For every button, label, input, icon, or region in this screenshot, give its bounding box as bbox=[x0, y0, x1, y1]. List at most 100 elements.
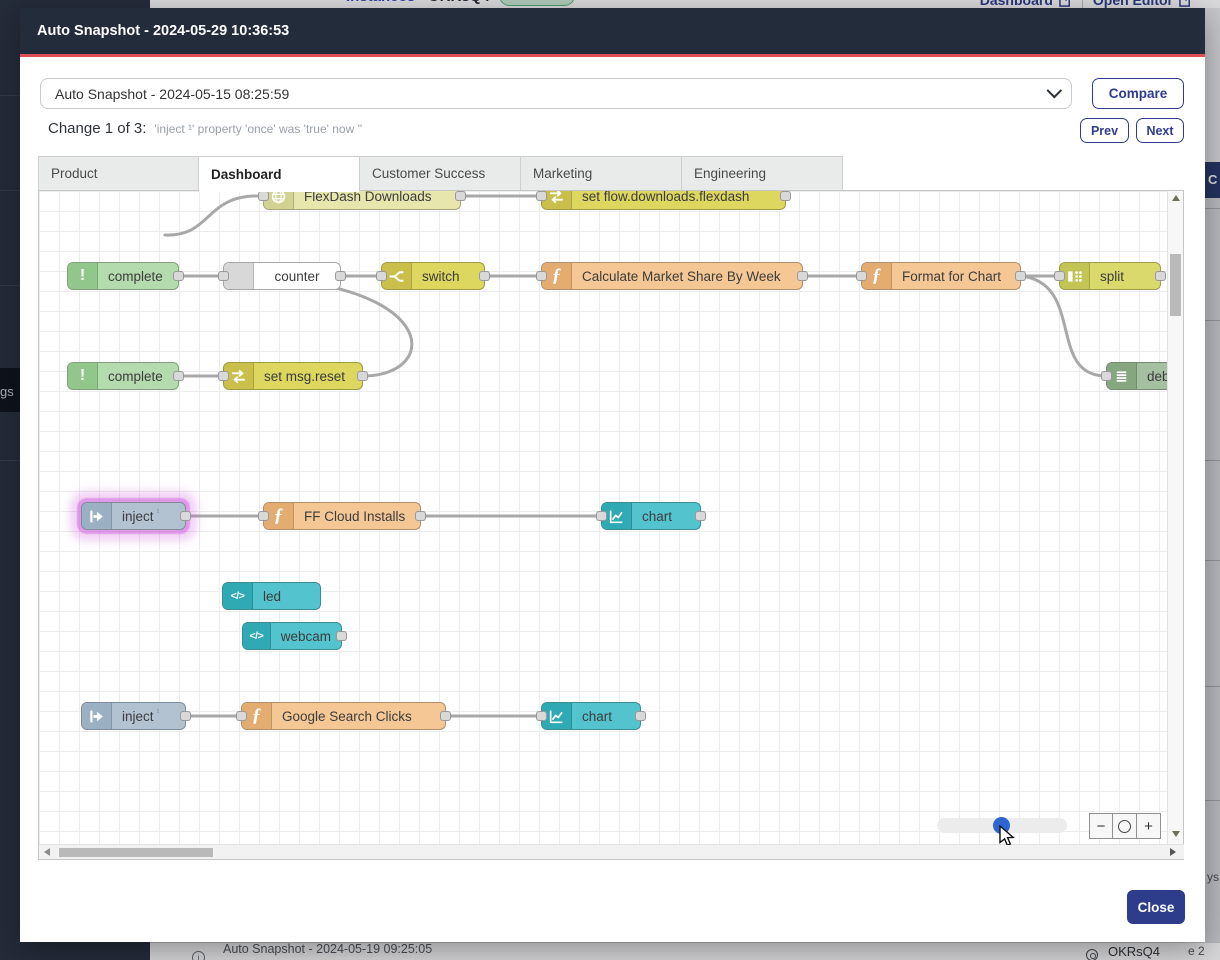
output-port[interactable] bbox=[335, 271, 346, 281]
vertical-scrollbar[interactable] bbox=[1167, 191, 1183, 845]
node-label: inject bbox=[122, 509, 154, 524]
node-label: Format for Chart bbox=[902, 269, 1001, 284]
zoom-slider[interactable] bbox=[937, 818, 1067, 833]
node-switch[interactable]: switch bbox=[381, 262, 485, 290]
node-set-msg-reset[interactable]: set msg.reset bbox=[223, 362, 363, 390]
output-port[interactable] bbox=[455, 191, 466, 201]
scroll-left-icon[interactable] bbox=[44, 848, 50, 856]
output-port[interactable] bbox=[357, 371, 368, 381]
node-format-for-chart[interactable]: ƒFormat for Chart bbox=[861, 262, 1021, 290]
input-port[interactable] bbox=[1054, 271, 1065, 281]
snapshot-compare-modal: Auto Snapshot - 2024-05-29 10:36:53 Auto… bbox=[20, 8, 1205, 942]
input-port[interactable] bbox=[596, 511, 607, 521]
snapshot-select-value: Auto Snapshot - 2024-05-15 08:25:59 bbox=[55, 86, 289, 102]
node-ff-cloud-installs[interactable]: ƒFF Cloud Installs bbox=[263, 502, 421, 530]
output-port[interactable] bbox=[180, 511, 191, 521]
snapshot-select[interactable]: Auto Snapshot - 2024-05-15 08:25:59 bbox=[40, 78, 1072, 109]
zoom-in-button[interactable]: + bbox=[1137, 813, 1161, 839]
output-port[interactable] bbox=[479, 271, 490, 281]
flow-canvas: FlexDash Downloads set flow.downloads.fle… bbox=[38, 190, 1184, 860]
horizontal-scrollbar[interactable] bbox=[39, 844, 1184, 859]
output-port[interactable] bbox=[180, 711, 191, 721]
node-label: inject bbox=[122, 709, 154, 724]
code-icon: </> bbox=[223, 583, 253, 609]
node-chart-2[interactable]: chart bbox=[541, 702, 641, 730]
input-port[interactable] bbox=[218, 271, 229, 281]
output-port[interactable] bbox=[1155, 271, 1166, 281]
tab-product[interactable]: Product bbox=[38, 156, 199, 191]
output-port[interactable] bbox=[173, 271, 184, 281]
zoom-out-button[interactable]: − bbox=[1089, 813, 1113, 839]
input-port[interactable] bbox=[376, 271, 387, 281]
tab-marketing[interactable]: Marketing bbox=[521, 156, 682, 191]
output-port[interactable] bbox=[695, 511, 706, 521]
input-port[interactable] bbox=[218, 371, 229, 381]
zoom-reset-button[interactable] bbox=[1113, 813, 1137, 839]
compare-button[interactable]: Compare bbox=[1092, 78, 1184, 109]
node-label: FlexDash Downloads bbox=[304, 191, 432, 204]
code-icon: </> bbox=[243, 623, 271, 649]
node-label: FF Cloud Installs bbox=[304, 509, 405, 524]
node-debug[interactable]: debug bbox=[1106, 362, 1168, 390]
node-label: Calculate Market Share By Week bbox=[582, 269, 781, 284]
node-label: split bbox=[1100, 269, 1124, 284]
node-label: debug bbox=[1147, 369, 1168, 384]
node-flexdash-downloads[interactable]: FlexDash Downloads bbox=[263, 191, 461, 210]
output-port[interactable] bbox=[797, 271, 808, 281]
zoom-reset-icon bbox=[1118, 820, 1131, 833]
node-google-search-clicks[interactable]: ƒGoogle Search Clicks bbox=[241, 702, 446, 730]
flow-editor-area[interactable]: FlexDash Downloads set flow.downloads.fle… bbox=[39, 191, 1168, 845]
scroll-up-icon[interactable] bbox=[1172, 195, 1180, 201]
chevron-down-icon bbox=[1047, 83, 1063, 99]
input-port[interactable] bbox=[258, 511, 269, 521]
node-chart-1[interactable]: chart bbox=[601, 502, 701, 530]
wire bbox=[223, 276, 412, 376]
output-port[interactable] bbox=[440, 711, 451, 721]
input-port[interactable] bbox=[536, 711, 547, 721]
node-split[interactable]: split bbox=[1059, 262, 1161, 290]
node-label: chart bbox=[642, 509, 672, 524]
input-port[interactable] bbox=[1101, 371, 1112, 381]
node-inject-1[interactable]: inject¹ bbox=[81, 502, 186, 530]
scroll-down-icon[interactable] bbox=[1172, 831, 1180, 837]
tab-dashboard[interactable]: Dashboard bbox=[199, 156, 360, 192]
node-label-superscript: ¹ bbox=[157, 503, 160, 517]
output-port[interactable] bbox=[415, 511, 426, 521]
node-inject-2[interactable]: inject¹ bbox=[81, 702, 186, 730]
wire bbox=[1021, 276, 1106, 376]
modal-title: Auto Snapshot - 2024-05-29 10:36:53 bbox=[20, 23, 289, 39]
input-port[interactable] bbox=[258, 191, 269, 201]
tab-customer-success[interactable]: Customer Success bbox=[360, 156, 521, 191]
horizontal-scrollbar-thumb[interactable] bbox=[59, 848, 213, 857]
node-label: set msg.reset bbox=[264, 369, 345, 384]
exclamation-icon: ! bbox=[68, 363, 98, 389]
node-set-flow-downloads-flexdash[interactable]: set flow.downloads.flexdash bbox=[541, 191, 786, 210]
node-complete-1[interactable]: !complete bbox=[67, 262, 179, 290]
node-led[interactable]: </> led bbox=[222, 582, 321, 610]
output-port[interactable] bbox=[635, 711, 646, 721]
vertical-scrollbar-thumb[interactable] bbox=[1170, 254, 1181, 316]
output-port[interactable] bbox=[336, 631, 347, 641]
input-port[interactable] bbox=[236, 711, 247, 721]
input-port[interactable] bbox=[856, 271, 867, 281]
node-counter[interactable]: counter bbox=[223, 262, 341, 290]
node-label: webcam bbox=[281, 629, 331, 644]
prev-button[interactable]: Prev bbox=[1080, 118, 1129, 143]
flow-tab-bar: ProductDashboardCustomer SuccessMarketin… bbox=[38, 156, 843, 191]
input-port[interactable] bbox=[536, 271, 547, 281]
output-port[interactable] bbox=[173, 371, 184, 381]
node-complete-2[interactable]: !complete bbox=[67, 362, 179, 390]
output-port[interactable] bbox=[780, 191, 791, 201]
input-port[interactable] bbox=[536, 191, 547, 201]
screen: Instances OKRsQ4 Dashboard Open Editor bbox=[0, 0, 1220, 960]
node-webcam[interactable]: </> webcam bbox=[242, 622, 342, 650]
node-label: led bbox=[263, 589, 281, 604]
inject-arrow-icon bbox=[82, 503, 112, 529]
close-button[interactable]: Close bbox=[1127, 890, 1185, 924]
zoom-slider-thumb[interactable] bbox=[993, 817, 1010, 834]
tab-engineering[interactable]: Engineering bbox=[682, 156, 843, 191]
next-button[interactable]: Next bbox=[1136, 118, 1184, 143]
scroll-right-icon[interactable] bbox=[1170, 848, 1176, 856]
node-calculate-market-share[interactable]: ƒCalculate Market Share By Week bbox=[541, 262, 803, 290]
output-port[interactable] bbox=[1015, 271, 1026, 281]
